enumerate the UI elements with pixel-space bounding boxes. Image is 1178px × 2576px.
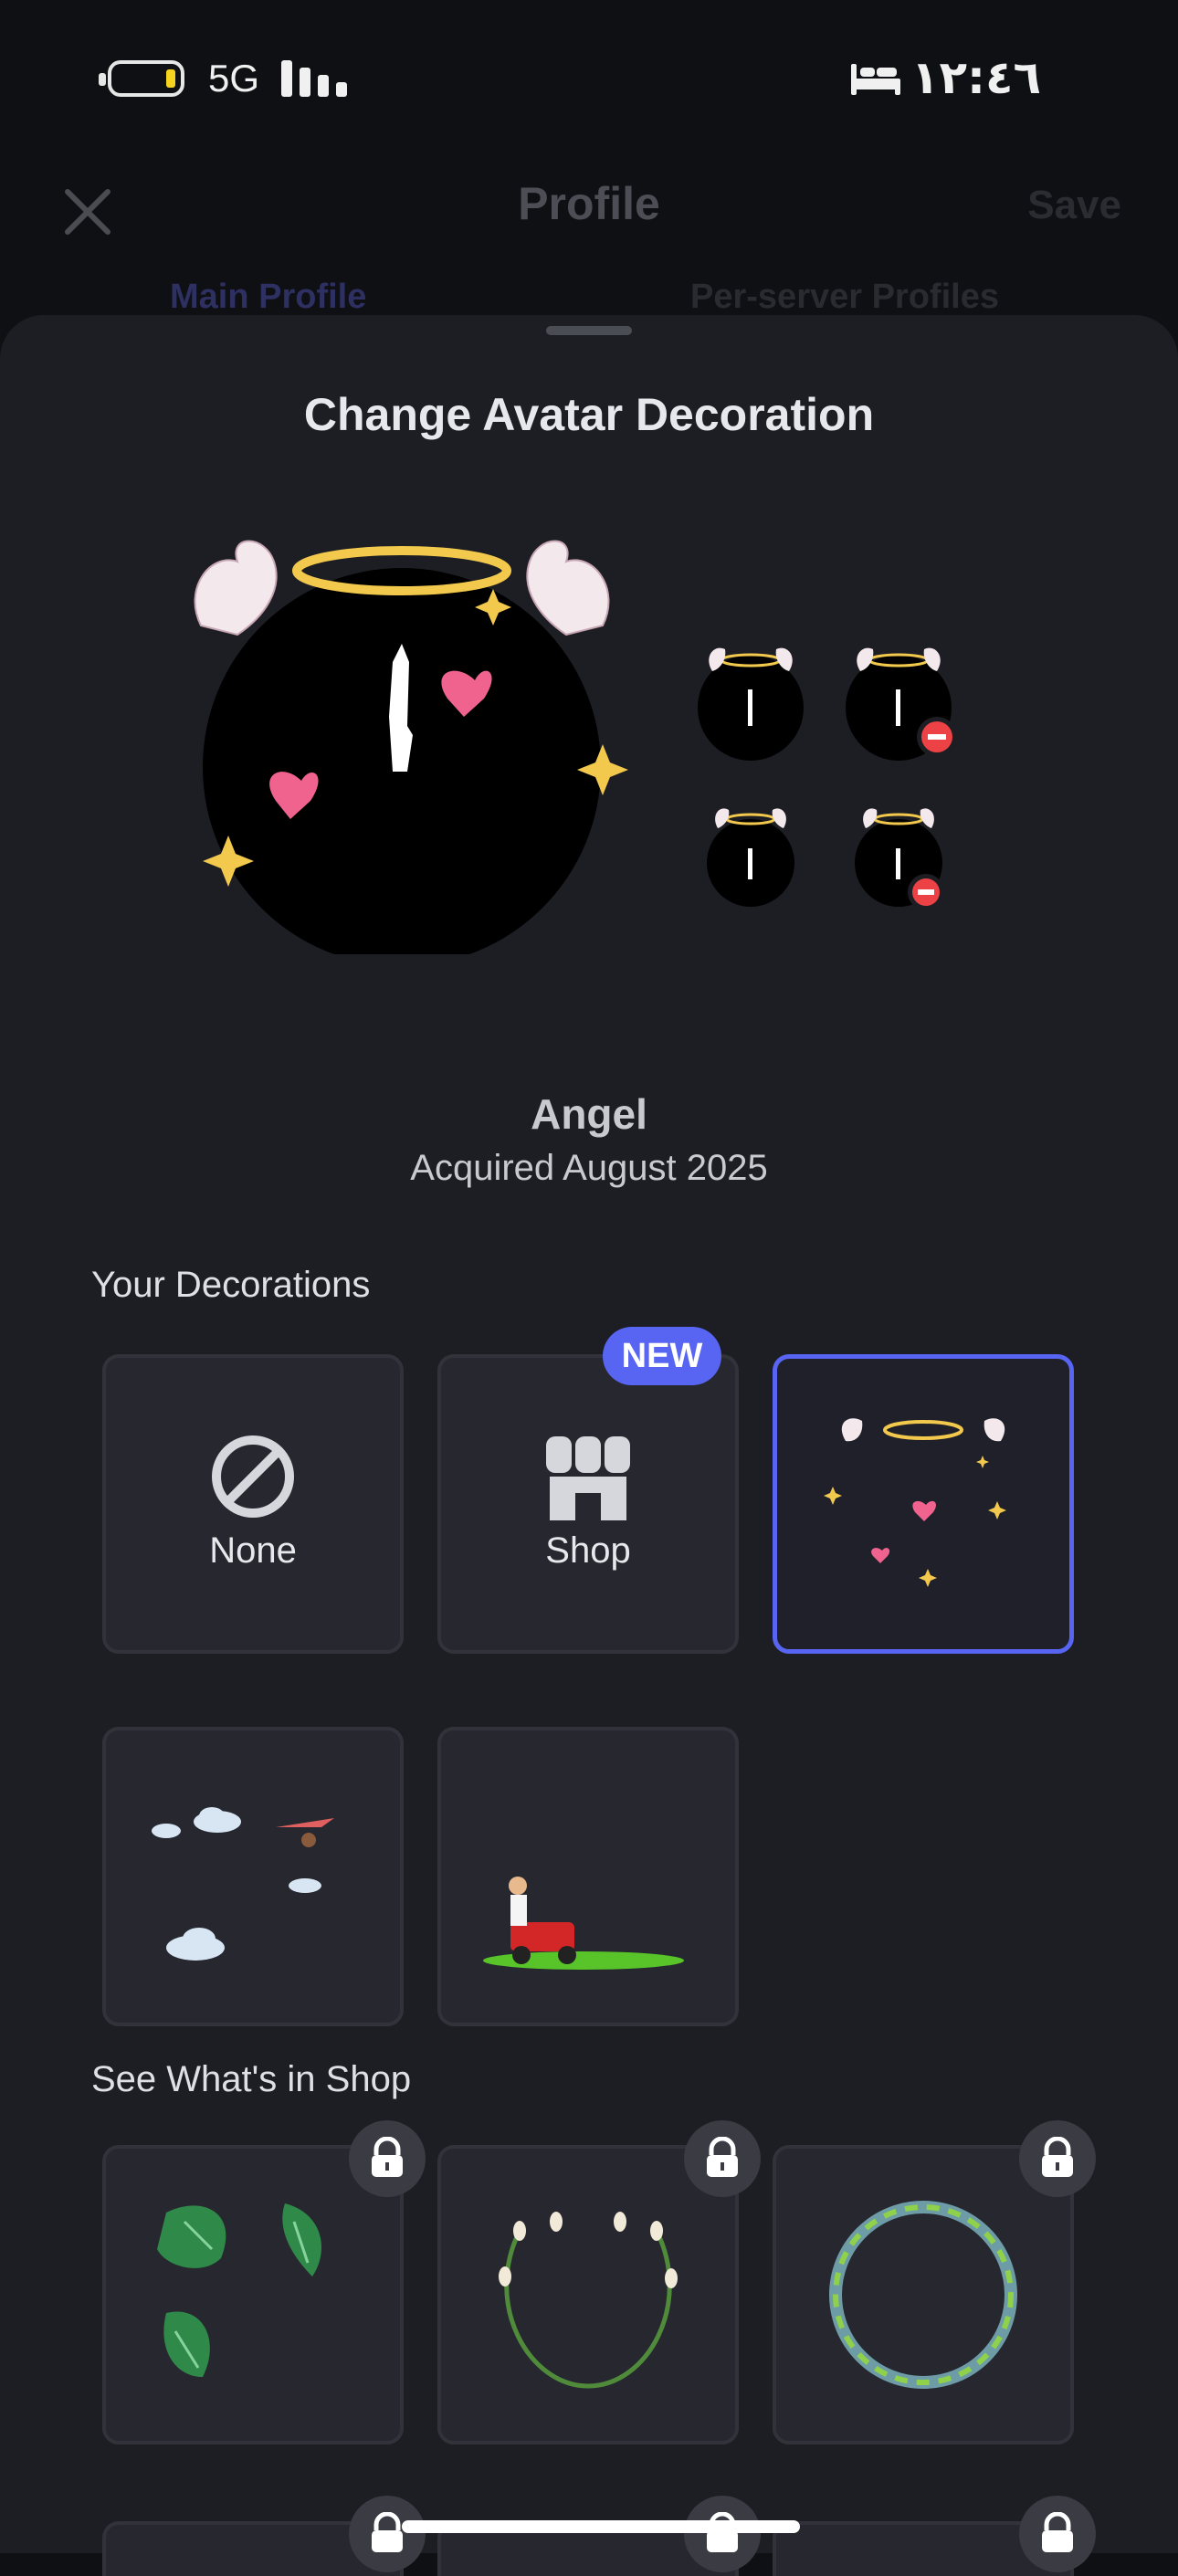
leaves-decoration — [157, 2203, 321, 2377]
shop-icon — [546, 1436, 630, 1520]
bed-icon — [851, 64, 900, 95]
avatar-preview-small-4 — [855, 808, 944, 910]
lock-icon — [349, 2120, 426, 2197]
decoration-name: Angel — [531, 1090, 647, 1138]
none-icon — [212, 1435, 294, 1518]
avatar-preview-small-2 — [846, 647, 957, 761]
tab-per-server-profiles[interactable]: Per-server Profiles — [690, 278, 999, 317]
new-badge: NEW — [603, 1327, 721, 1385]
shop-tile-flower-vine[interactable] — [437, 2145, 739, 2445]
decoration-acquired-date: Acquired August 2025 — [410, 1148, 768, 1188]
flower-vine-decoration — [499, 2212, 678, 2389]
decoration-tile-lawnmower[interactable] — [437, 1727, 739, 2026]
decoration-tile-angel[interactable] — [773, 1354, 1074, 1654]
save-button[interactable]: Save — [1027, 183, 1121, 228]
glowing-vine-ring-decoration — [829, 2201, 1017, 2389]
tile-label-none: None — [209, 1530, 297, 1571]
avatar-decoration-sheet: Change Avatar Decoration Angel Acquired … — [0, 315, 1178, 2576]
lock-icon — [1019, 2120, 1096, 2197]
shop-section-label: See What's in Shop — [91, 2059, 412, 2099]
shop-tile-glowing-ring[interactable] — [773, 2145, 1074, 2445]
decoration-tile-shop[interactable]: Shop — [437, 1354, 739, 1654]
decoration-tile-clouds[interactable] — [102, 1727, 404, 2026]
angel-decoration — [824, 1418, 1006, 1587]
status-bar: 5G ١٢:٤٦ — [0, 0, 1178, 155]
lock-icon — [684, 2496, 761, 2572]
decoration-tile-none[interactable]: None — [102, 1354, 404, 1654]
lock-icon — [1019, 2496, 1096, 2572]
tab-main-profile[interactable]: Main Profile — [170, 278, 366, 317]
lock-icon — [684, 2120, 761, 2197]
tile-label-shop: Shop — [545, 1530, 631, 1571]
avatar-preview-small-1 — [698, 647, 804, 761]
signal-icon — [281, 60, 347, 97]
avatar-preview-large — [194, 540, 628, 954]
lawnmower-decoration — [483, 1877, 684, 1970]
network-type: 5G — [208, 57, 260, 100]
your-decorations-label: Your Decorations — [91, 1265, 371, 1305]
page-title: Profile — [518, 178, 660, 229]
lock-icon — [349, 2496, 426, 2572]
home-indicator[interactable] — [402, 2520, 800, 2533]
sheet-drag-handle[interactable] — [546, 326, 632, 335]
clock: ١٢:٤٦ — [910, 51, 1041, 104]
profile-header: Profile Save Main Profile Per-server Pro… — [0, 155, 1178, 320]
clouds-glider-decoration — [152, 1807, 334, 1961]
sheet-title: Change Avatar Decoration — [303, 389, 875, 440]
battery-icon — [99, 60, 184, 97]
avatar-preview-small-3 — [707, 808, 794, 907]
shop-tile-leaves[interactable] — [102, 2145, 404, 2445]
